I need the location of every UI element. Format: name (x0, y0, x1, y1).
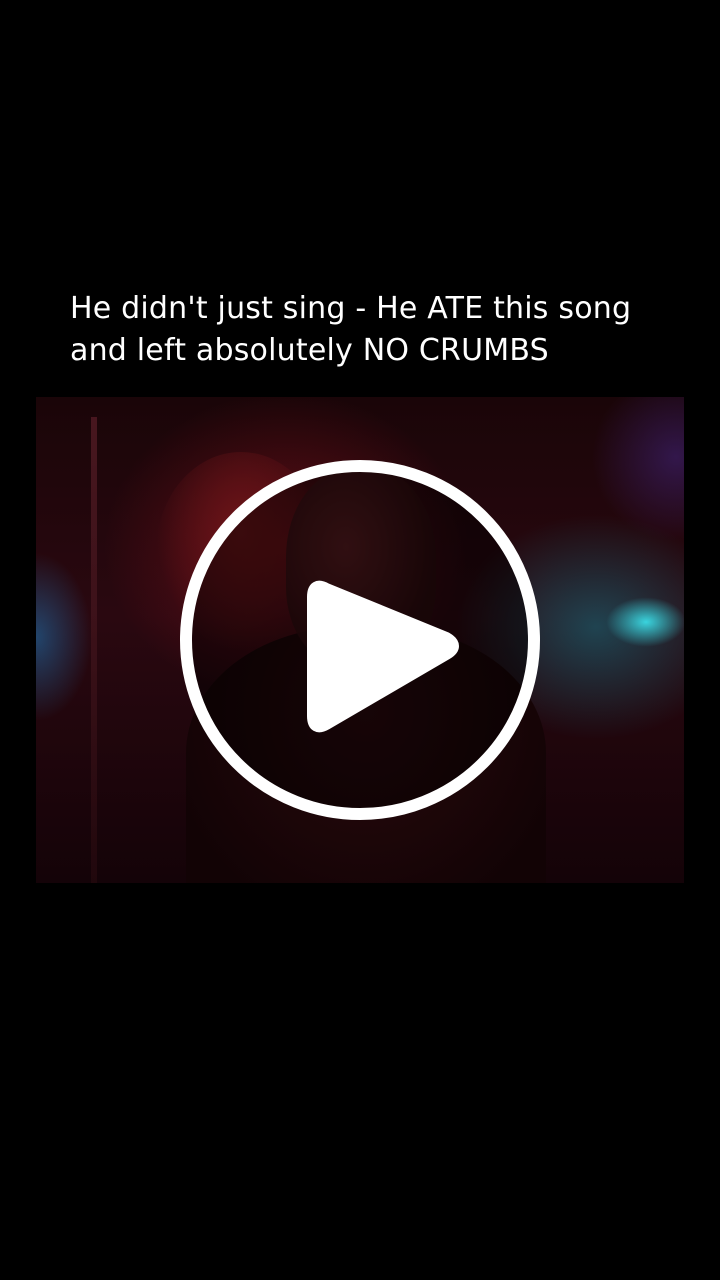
play-button[interactable] (180, 460, 540, 820)
stage-light (606, 597, 684, 647)
caption-line-1: He didn't just sing - He ATE this song (70, 291, 632, 326)
reel-screen: He didn't just sing - He ATE this song a… (0, 0, 720, 1280)
stage-stand (91, 417, 97, 883)
caption-line-2: and left absolutely NO CRUMBS (70, 333, 549, 368)
video-caption: He didn't just sing - He ATE this song a… (70, 288, 670, 372)
play-icon (307, 580, 459, 733)
